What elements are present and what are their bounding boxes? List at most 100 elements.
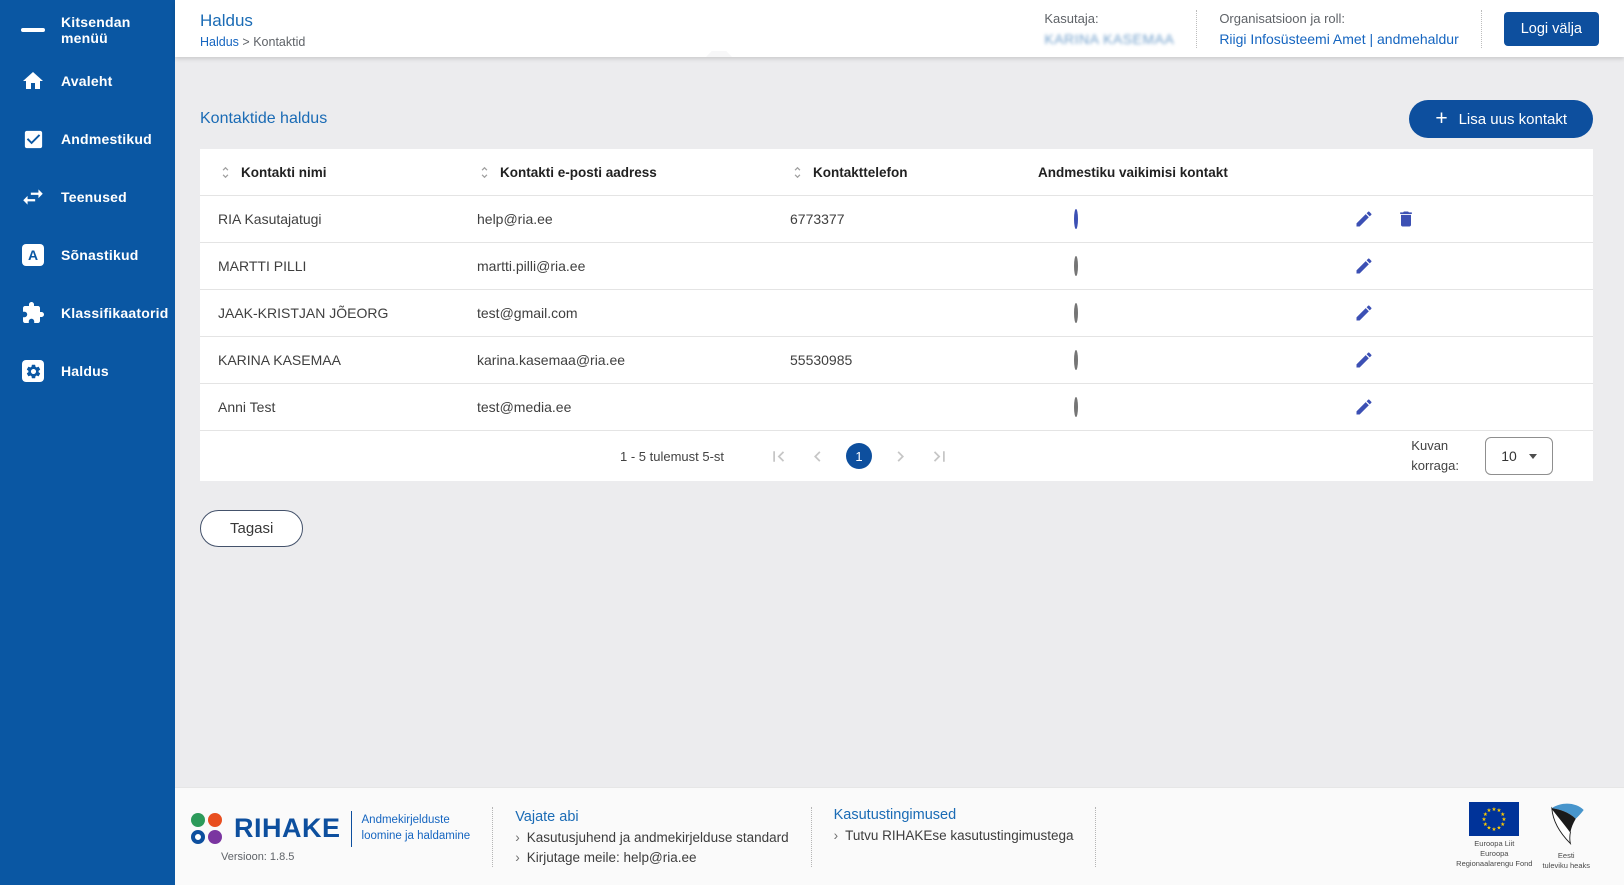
brand-name: RIHAKE (234, 813, 341, 844)
default-contact-radio[interactable] (1074, 397, 1078, 417)
contact-name-cell: MARTTI PILLI (218, 258, 477, 274)
table-row: MARTTI PILLI martti.pilli@ria.ee (200, 243, 1593, 290)
chevron-right-icon: › (515, 850, 520, 865)
contact-phone-cell: 6773377 (790, 211, 1038, 227)
contact-email-cell: karina.kasemaa@ria.ee (477, 352, 790, 368)
page-title: Haldus (200, 11, 305, 31)
sidebar-collapse-toggle[interactable]: Kitsendan menüü (0, 8, 175, 52)
sidebar-item-avaleht[interactable]: Avaleht (0, 52, 175, 110)
sidebar: Kitsendan menüü Avaleht Andmestikud Teen… (0, 0, 175, 885)
default-contact-radio[interactable] (1074, 303, 1078, 323)
contact-name-cell: Anni Test (218, 399, 477, 415)
breadcrumb: Haldus > Kontaktid (200, 35, 305, 49)
breadcrumb-parent-link[interactable]: Haldus (200, 35, 239, 49)
last-page-button[interactable] (929, 446, 950, 467)
rihake-logo-icon (191, 813, 222, 844)
help-section: Vajate abi ›Kasutusjuhend ja andmekirjel… (515, 809, 788, 865)
puzzle-icon (20, 300, 46, 326)
scroll-top-tab (706, 51, 732, 57)
help-link-manual[interactable]: ›Kasutusjuhend ja andmekirjelduse standa… (515, 830, 788, 845)
contact-email-cell: test@media.ee (477, 399, 790, 415)
footer-divider (1095, 807, 1096, 867)
sidebar-toggle-label: Kitsendan menüü (61, 14, 175, 46)
help-link-email[interactable]: ›Kirjutage meile: help@ria.ee (515, 850, 788, 865)
organisation-info: Organisatsioon ja roll: Riigi Infosüstee… (1219, 11, 1458, 47)
sidebar-item-label: Teenused (61, 189, 127, 205)
add-contact-button[interactable]: + Lisa uus kontakt (1409, 100, 1593, 138)
default-contact-radio[interactable] (1074, 256, 1078, 276)
edit-contact-button[interactable] (1354, 256, 1374, 276)
rihake-brand: RIHAKE Andmekirjelduste loomine ja halda… (191, 811, 470, 863)
header-divider (1196, 10, 1197, 48)
footer: RIHAKE Andmekirjelduste loomine ja halda… (175, 787, 1624, 885)
contact-name-cell: KARINA KASEMAA (218, 352, 477, 368)
edit-contact-button[interactable] (1354, 303, 1374, 323)
contact-email-cell: test@gmail.com (477, 305, 790, 321)
table-body: RIA Kasutajatugi help@ria.ee 6773377 MAR… (200, 196, 1593, 431)
breadcrumb-separator: > (242, 35, 249, 49)
column-header-phone[interactable]: Kontakttelefon (790, 165, 1038, 180)
eu-flag-caption: Euroopa Liit Euroopa Regionaalarengu Fon… (1456, 839, 1532, 868)
chevron-right-icon: › (515, 830, 520, 845)
page-number-button[interactable]: 1 (846, 443, 872, 469)
edit-contact-button[interactable] (1354, 350, 1374, 370)
top-header: Haldus Haldus > Kontaktid Kasutaja: KARI… (175, 0, 1624, 57)
caret-down-icon (1529, 454, 1537, 459)
breadcrumb-current: Kontaktid (253, 35, 305, 49)
check-square-icon (20, 126, 46, 152)
sidebar-item-andmestikud[interactable]: Andmestikud (0, 110, 175, 168)
page-size-value: 10 (1501, 448, 1517, 464)
sidebar-item-haldus[interactable]: Haldus (0, 342, 175, 400)
collapse-menu-icon (20, 17, 46, 43)
section-title: Kontaktide haldus (200, 110, 327, 128)
contact-email-cell: help@ria.ee (477, 211, 790, 227)
version-label: Versioon: 1.8.5 (221, 851, 470, 863)
brand-tagline: Andmekirjelduste loomine ja haldamine (362, 813, 471, 844)
eu-flag-icon: ★★★★★★★★★★★★ (1469, 802, 1519, 836)
edit-contact-button[interactable] (1354, 397, 1374, 417)
terms-link[interactable]: ›Tutvu RIHAKEse kasutustingimustega (834, 828, 1074, 843)
user-label: Kasutaja: (1044, 11, 1174, 26)
logout-button[interactable]: Logi välja (1504, 12, 1599, 46)
gear-icon (20, 358, 46, 384)
sidebar-item-teenused[interactable]: Teenused (0, 168, 175, 226)
page-size-select[interactable]: 10 (1485, 437, 1553, 475)
contact-email-cell: martti.pilli@ria.ee (477, 258, 790, 274)
column-header-name[interactable]: Kontakti nimi (218, 165, 477, 180)
terms-section: Kasutustingimused ›Tutvu RIHAKEse kasutu… (834, 807, 1074, 843)
first-page-button[interactable] (768, 446, 789, 467)
table-row: JAAK-KRISTJAN JÕEORG test@gmail.com (200, 290, 1593, 337)
default-contact-radio[interactable] (1074, 350, 1078, 370)
default-contact-radio[interactable] (1074, 209, 1078, 229)
help-title: Vajate abi (515, 809, 788, 825)
plus-icon: + (1435, 108, 1447, 129)
header-divider (1481, 10, 1482, 48)
table-header-row: Kontakti nimi Kontakti e-posti aadress K… (200, 149, 1593, 196)
table-row: RIA Kasutajatugi help@ria.ee 6773377 (200, 196, 1593, 243)
chevron-right-icon: › (834, 828, 839, 843)
estonia-flag-icon (1543, 802, 1589, 848)
back-button[interactable]: Tagasi (200, 510, 303, 547)
next-page-button[interactable] (890, 446, 911, 467)
column-header-email[interactable]: Kontakti e-posti aadress (477, 165, 790, 180)
sidebar-item-sonastikud[interactable]: A Sõnastikud (0, 226, 175, 284)
svg-text:★: ★ (1487, 807, 1492, 814)
organisation-label: Organisatsioon ja roll: (1219, 11, 1458, 26)
sort-icon (477, 165, 492, 180)
previous-page-button[interactable] (807, 446, 828, 467)
column-header-default-contact: Andmestiku vaikimisi kontakt (1038, 165, 1348, 180)
sort-icon (218, 165, 233, 180)
contact-name-cell: JAAK-KRISTJAN JÕEORG (218, 305, 477, 321)
sidebar-item-label: Sõnastikud (61, 247, 138, 263)
sidebar-item-label: Avaleht (61, 73, 112, 89)
brand-divider (351, 811, 352, 847)
eu-funding-logos: ★★★★★★★★★★★★ Euroopa Liit Euroopa Region… (1456, 802, 1590, 871)
user-info: Kasutaja: KARINA KASEMAA (1044, 11, 1174, 47)
sidebar-item-klassifikaatorid[interactable]: Klassifikaatorid (0, 284, 175, 342)
delete-contact-button[interactable] (1396, 209, 1416, 229)
contact-phone-cell: 55530985 (790, 352, 1038, 368)
organisation-value: Riigi Infosüsteemi Amet | andmehaldur (1219, 31, 1458, 47)
terms-title: Kasutustingimused (834, 807, 1074, 823)
edit-contact-button[interactable] (1354, 209, 1374, 229)
sort-icon (790, 165, 805, 180)
